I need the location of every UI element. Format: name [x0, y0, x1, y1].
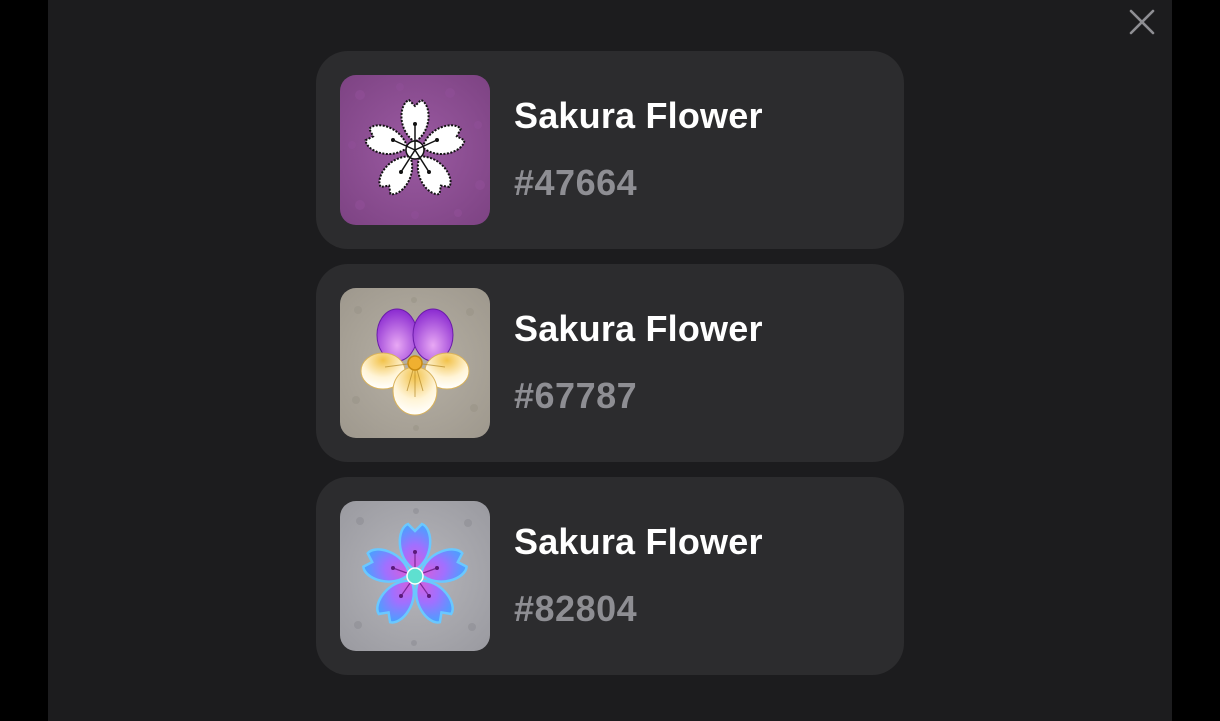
nft-thumbnail [340, 75, 490, 225]
close-icon [1129, 9, 1155, 35]
nft-card[interactable]: Sakura Flower #82804 [316, 477, 904, 675]
nft-id: #67787 [514, 375, 638, 416]
nft-card[interactable]: Sakura Flower #67787 [316, 264, 904, 462]
blue-pink-sakura-flower-icon [340, 501, 490, 651]
nft-title: Sakura Flower [514, 521, 763, 562]
nft-title: Sakura Flower [514, 95, 763, 136]
close-button[interactable] [1124, 4, 1160, 40]
purple-yellow-pansy-flower-icon [340, 288, 490, 438]
nft-id: #82804 [514, 588, 638, 629]
nft-card[interactable]: Sakura Flower #47664 [316, 51, 904, 249]
nft-thumbnail [340, 501, 490, 651]
nft-id: #47664 [514, 162, 638, 203]
white-sakura-flower-icon [340, 75, 490, 225]
nft-title: Sakura Flower [514, 308, 763, 349]
nft-thumbnail [340, 288, 490, 438]
